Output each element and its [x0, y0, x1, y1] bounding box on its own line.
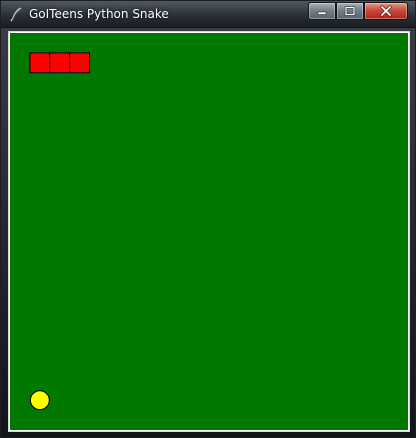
- title-bar[interactable]: GoITeens Python Snake: [1, 1, 415, 28]
- snake-segment: [49, 52, 71, 74]
- minimize-button[interactable]: [308, 2, 336, 20]
- maximize-button[interactable]: [336, 2, 364, 20]
- feather-icon: [8, 6, 24, 22]
- window-title: GoITeens Python Snake: [29, 7, 169, 21]
- window-client-area: [8, 31, 410, 432]
- game-board[interactable]: [9, 32, 409, 431]
- maximize-icon: [344, 6, 356, 16]
- close-icon: [380, 5, 392, 17]
- minimize-icon: [317, 11, 327, 15]
- snake-segment: [69, 52, 91, 74]
- food-item: [29, 390, 50, 411]
- app-window: GoITeens Python Snake: [0, 0, 416, 438]
- close-button[interactable]: [364, 2, 408, 20]
- board-background: [10, 33, 408, 430]
- game-canvas[interactable]: [10, 33, 408, 430]
- snake-segment: [29, 52, 51, 74]
